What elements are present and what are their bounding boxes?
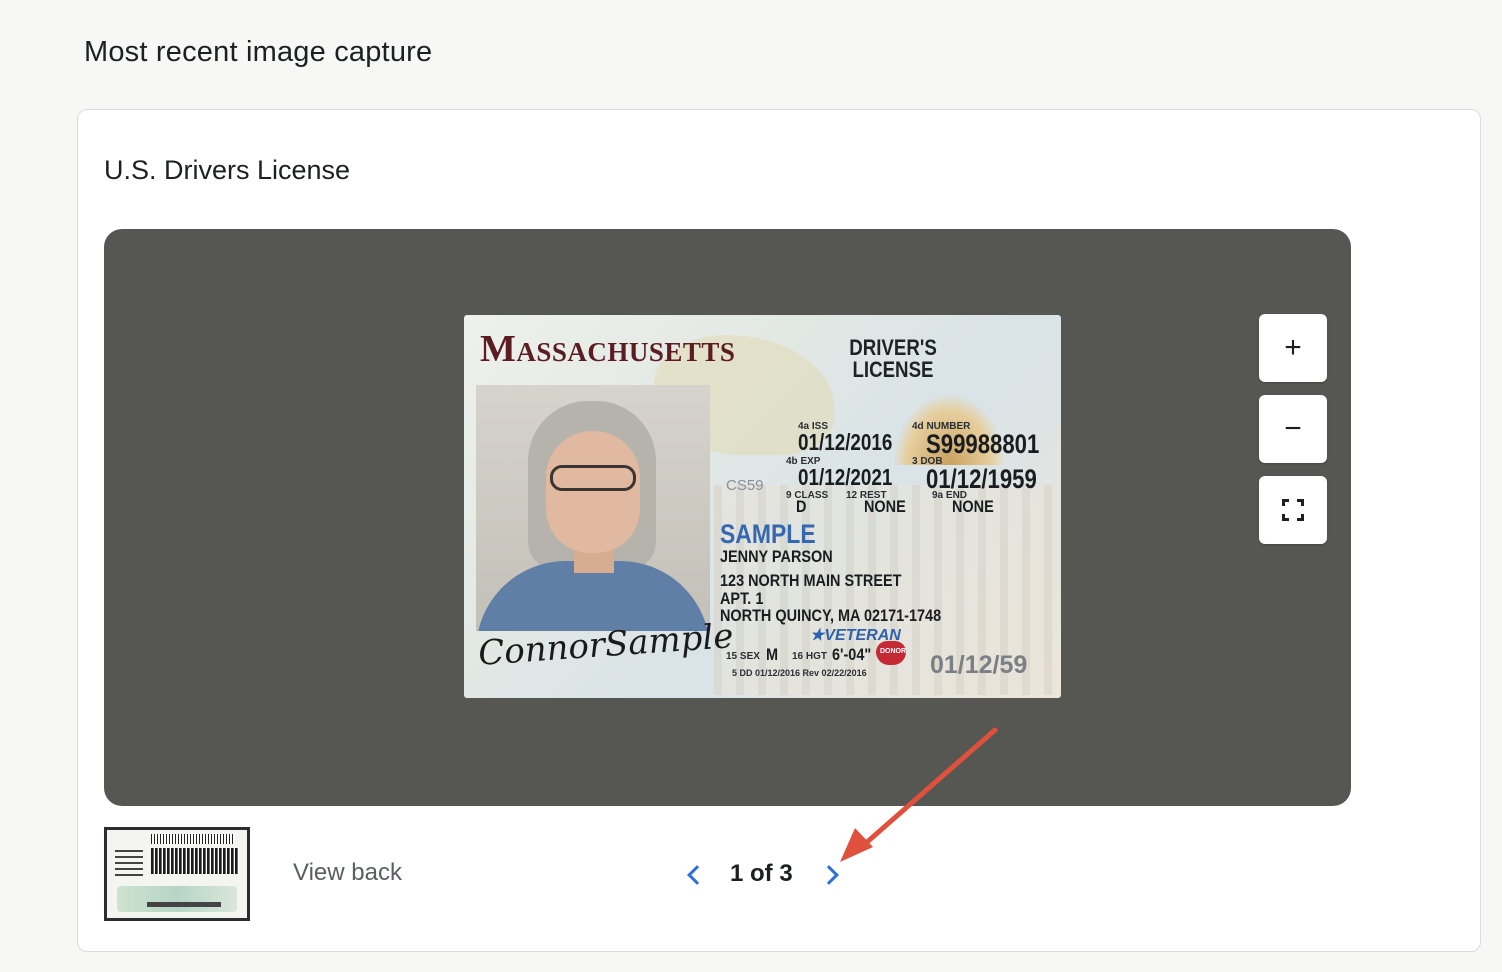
section-title: Most recent image capture: [84, 36, 433, 68]
hgt-label: 16 HGT: [792, 651, 828, 662]
next-page-button[interactable]: [819, 860, 845, 890]
sex-label: 15 SEX: [726, 651, 760, 662]
license-cs-code: CS59: [726, 477, 764, 494]
license-address-line3: NORTH QUINCY, MA 02171-1748: [720, 606, 942, 625]
page-indicator: 1 of 3: [730, 860, 793, 887]
donor-label: DONOR: [880, 648, 907, 655]
view-back-link[interactable]: View back: [293, 859, 402, 887]
class-value: D: [796, 497, 807, 516]
license-address-line1: 123 NORTH MAIN STREET: [720, 571, 902, 590]
previous-page-button[interactable]: [683, 860, 707, 890]
document-title: U.S. Drivers License: [104, 155, 351, 185]
minus-icon: −: [1284, 412, 1302, 445]
license-type: DRIVER'S LICENSE: [849, 335, 937, 382]
license-dob-short: 01/12/59: [930, 651, 1028, 679]
zoom-out-button[interactable]: −: [1259, 395, 1327, 463]
fullscreen-button[interactable]: [1259, 476, 1327, 544]
rest-value: NONE: [864, 497, 906, 516]
zoom-in-button[interactable]: +: [1259, 314, 1327, 382]
back-thumbnail[interactable]: [104, 827, 250, 921]
license-image: Massachusetts DRIVER'S LICENSE ConnorSam…: [464, 315, 1061, 698]
fullscreen-icon: [1282, 499, 1304, 521]
iss-value: 01/12/2016: [798, 429, 893, 455]
document-card: U.S. Drivers License Massachusetts DRIVE…: [77, 109, 1481, 952]
pagination: 1 of 3: [675, 854, 855, 894]
license-name: JENNY PARSON: [720, 547, 833, 566]
chevron-left-icon: [687, 865, 707, 885]
number-value: S99988801: [926, 429, 1040, 459]
license-sample: SAMPLE: [720, 519, 816, 549]
license-photo: [476, 385, 710, 631]
license-dd: 5 DD 01/12/2016 Rev 02/22/2016: [732, 668, 867, 678]
class-label: 9 CLASS: [786, 490, 829, 501]
license-state: Massachusetts: [480, 328, 736, 370]
end-value: NONE: [952, 497, 994, 516]
plus-icon: +: [1284, 331, 1302, 364]
image-viewer[interactable]: Massachusetts DRIVER'S LICENSE ConnorSam…: [104, 229, 1351, 806]
hgt-value: 6'-04": [832, 645, 872, 664]
chevron-right-icon: [819, 865, 839, 885]
exp-value: 01/12/2021: [798, 464, 893, 490]
sex-value: M: [766, 645, 779, 664]
